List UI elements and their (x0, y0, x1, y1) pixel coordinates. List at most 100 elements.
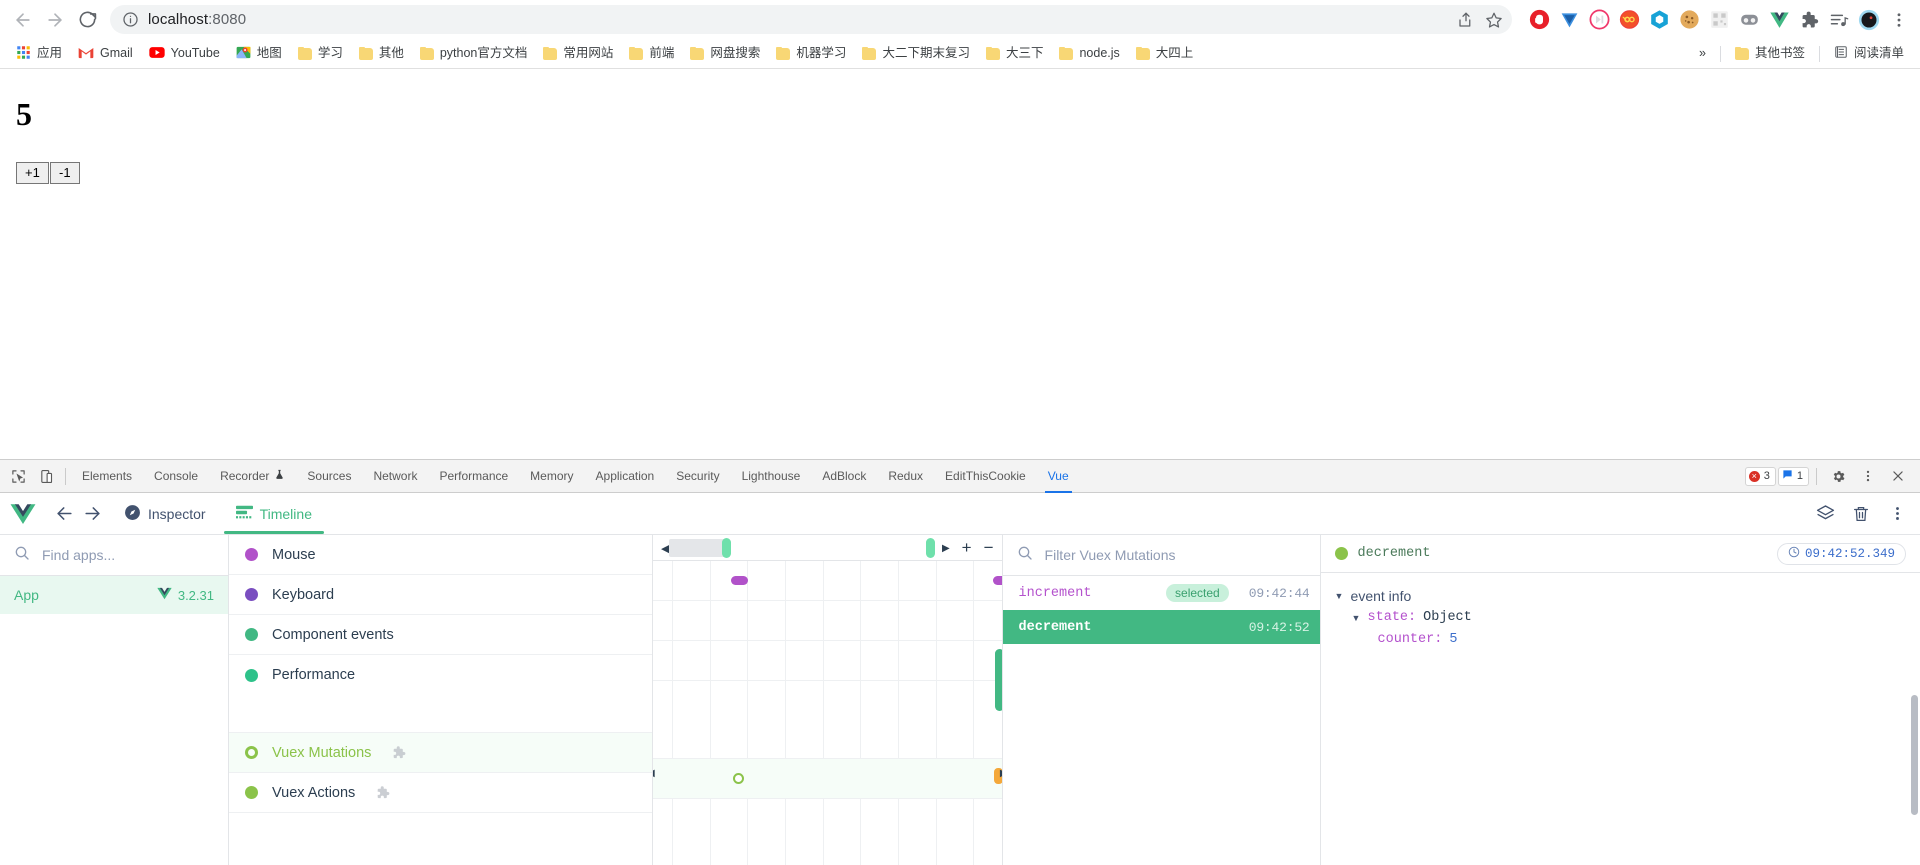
tab-redux[interactable]: Redux (877, 460, 934, 493)
bookmark-folder-10[interactable]: 机器学习 (768, 42, 854, 66)
dualsense-extension-icon[interactable] (1736, 7, 1762, 33)
close-icon[interactable] (1884, 463, 1912, 489)
events-filter-input[interactable] (1042, 546, 1306, 564)
tab-sources[interactable]: Sources (296, 460, 362, 493)
layer-row-keyboard[interactable]: Keyboard (229, 575, 652, 615)
vue-forward-button[interactable] (78, 500, 106, 528)
tab-inspector[interactable]: Inspector (112, 493, 218, 534)
bookmark-folder-14[interactable]: 大四上 (1128, 42, 1202, 66)
tab-network[interactable]: Network (362, 460, 428, 493)
find-apps-input[interactable] (40, 546, 214, 564)
bookmark-folder-11[interactable]: 大二下期末复习 (854, 42, 978, 66)
timeline-handle-end[interactable] (925, 538, 935, 558)
event-row-decrement[interactable]: decrement 09:42:52 (1002, 610, 1320, 644)
bookmark-folder-8[interactable]: 前端 (621, 42, 682, 66)
reading-list-button[interactable]: 阅读清单 (1826, 42, 1912, 66)
video-speed-extension-icon[interactable] (1586, 7, 1612, 33)
gear-icon[interactable] (1824, 463, 1852, 489)
tab-console[interactable]: Console (143, 460, 209, 493)
timeline-ruler[interactable]: ◀ ▶ + − (653, 535, 1002, 561)
ruler-scroll-right-icon[interactable]: ▶ (942, 543, 950, 554)
timeline-event-mouse-2[interactable] (993, 576, 1002, 585)
bookmark-folder-9[interactable]: 网盘搜索 (682, 42, 768, 66)
bookmark-gmail[interactable]: Gmail (70, 42, 141, 66)
layer-row-component-events[interactable]: Component events (229, 615, 652, 655)
bookmark-folder-13[interactable]: node.js (1051, 42, 1127, 66)
timeline-handle-start[interactable] (722, 538, 732, 558)
decrement-button[interactable]: -1 (49, 162, 80, 184)
layer-collapse-left-icon[interactable]: ◀ (653, 769, 655, 779)
error-count-badge[interactable]: × 3 (1744, 466, 1776, 486)
adblock-extension-icon[interactable] (1526, 7, 1552, 33)
layer-row-vuex-mutations[interactable]: Vuex Mutations (229, 733, 652, 773)
address-bar[interactable]: localhost:8080 (110, 5, 1512, 34)
share-icon[interactable] (1452, 6, 1480, 34)
bookmark-folder-6[interactable]: python官方文档 (412, 42, 536, 66)
app-list-item[interactable]: App 3.2.31 (0, 576, 228, 614)
bookmark-maps[interactable]: 地图 (228, 42, 290, 66)
bookmark-label: 前端 (649, 46, 675, 61)
tab-timeline[interactable]: Timeline (223, 493, 325, 534)
bookmark-folder-12[interactable]: 大三下 (978, 42, 1052, 66)
three-dot-menu-icon[interactable] (1886, 7, 1912, 33)
qrcode-extension-icon[interactable] (1706, 7, 1732, 33)
bookmarks-overflow-button[interactable]: » (1691, 42, 1714, 66)
timeline-selection-track[interactable] (669, 538, 935, 558)
event-row-increment[interactable]: increment selected 09:42:44 (1003, 576, 1320, 610)
puzzle-extensions-icon[interactable] (1796, 7, 1822, 33)
bookmark-folder-4[interactable]: 学习 (290, 42, 351, 66)
profile-avatar-icon[interactable] (1856, 7, 1882, 33)
bookmark-folder-5[interactable]: 其他 (351, 42, 412, 66)
timeline-selected-marker[interactable] (994, 649, 1002, 711)
tab-vue[interactable]: Vue (1037, 460, 1080, 493)
tab-adblock[interactable]: AdBlock (811, 460, 877, 493)
zoom-out-button[interactable]: − (984, 538, 994, 558)
timeline-canvas[interactable]: ◀ ▶ (653, 561, 1002, 865)
vue-back-button[interactable] (50, 500, 78, 528)
tab-memory[interactable]: Memory (519, 460, 584, 493)
increment-button[interactable]: +1 (16, 162, 49, 184)
bookmark-folder-7[interactable]: 常用网站 (535, 42, 621, 66)
cookie-extension-icon[interactable] (1676, 7, 1702, 33)
tab-security[interactable]: Security (665, 460, 730, 493)
trash-icon[interactable] (1848, 501, 1874, 527)
timeline-event-increment[interactable] (732, 773, 744, 784)
tab-elements[interactable]: Elements (71, 460, 143, 493)
layers-icon[interactable] (1812, 501, 1838, 527)
layer-row-mouse[interactable]: Mouse (229, 535, 652, 575)
infinity-extension-icon[interactable] (1616, 7, 1642, 33)
forward-arrow-icon[interactable] (40, 5, 70, 35)
site-info-icon[interactable] (122, 11, 139, 28)
timeline-selection-range[interactable] (669, 539, 725, 557)
event-info-section[interactable]: ▼ event info (1335, 585, 1906, 607)
three-dot-menu-icon[interactable] (1854, 463, 1882, 489)
bookmark-youtube[interactable]: YouTube (141, 42, 228, 66)
layer-row-performance[interactable]: Performance (229, 655, 652, 695)
folder-icon (297, 47, 312, 60)
bookmark-apps[interactable]: 应用 (8, 42, 70, 66)
tab-application[interactable]: Application (585, 460, 666, 493)
three-dot-menu-icon[interactable] (1884, 501, 1910, 527)
timeline-event-mouse-1[interactable] (730, 576, 748, 585)
layer-row-vuex-actions[interactable]: Vuex Actions (229, 773, 652, 813)
device-toolbar-icon[interactable] (32, 463, 60, 489)
tab-lighthouse[interactable]: Lighthouse (731, 460, 812, 493)
tab-editthiscookie[interactable]: EditThisCookie (934, 460, 1037, 493)
zoom-in-button[interactable]: + (962, 538, 972, 558)
info-scrollbar[interactable] (1911, 695, 1918, 815)
inspect-element-icon[interactable] (4, 463, 32, 489)
tab-performance[interactable]: Performance (428, 460, 519, 493)
bookmark-label: 学习 (317, 46, 343, 61)
tab-recorder[interactable]: Recorder (209, 460, 296, 493)
hexagon-extension-icon[interactable] (1646, 7, 1672, 33)
layer-collapse-right-icon[interactable]: ▶ (1000, 769, 1002, 779)
star-icon[interactable] (1480, 6, 1508, 34)
message-count-badge[interactable]: 1 (1777, 466, 1809, 486)
vue-devtools-extension-icon[interactable] (1766, 7, 1792, 33)
tampermonkey-extension-icon[interactable] (1556, 7, 1582, 33)
back-arrow-icon[interactable] (8, 5, 38, 35)
reload-icon[interactable] (72, 5, 102, 35)
media-list-icon[interactable] (1826, 7, 1852, 33)
state-node[interactable]: ▼ state: Object (1335, 607, 1906, 629)
other-bookmarks-folder[interactable]: 其他书签 (1727, 42, 1813, 66)
